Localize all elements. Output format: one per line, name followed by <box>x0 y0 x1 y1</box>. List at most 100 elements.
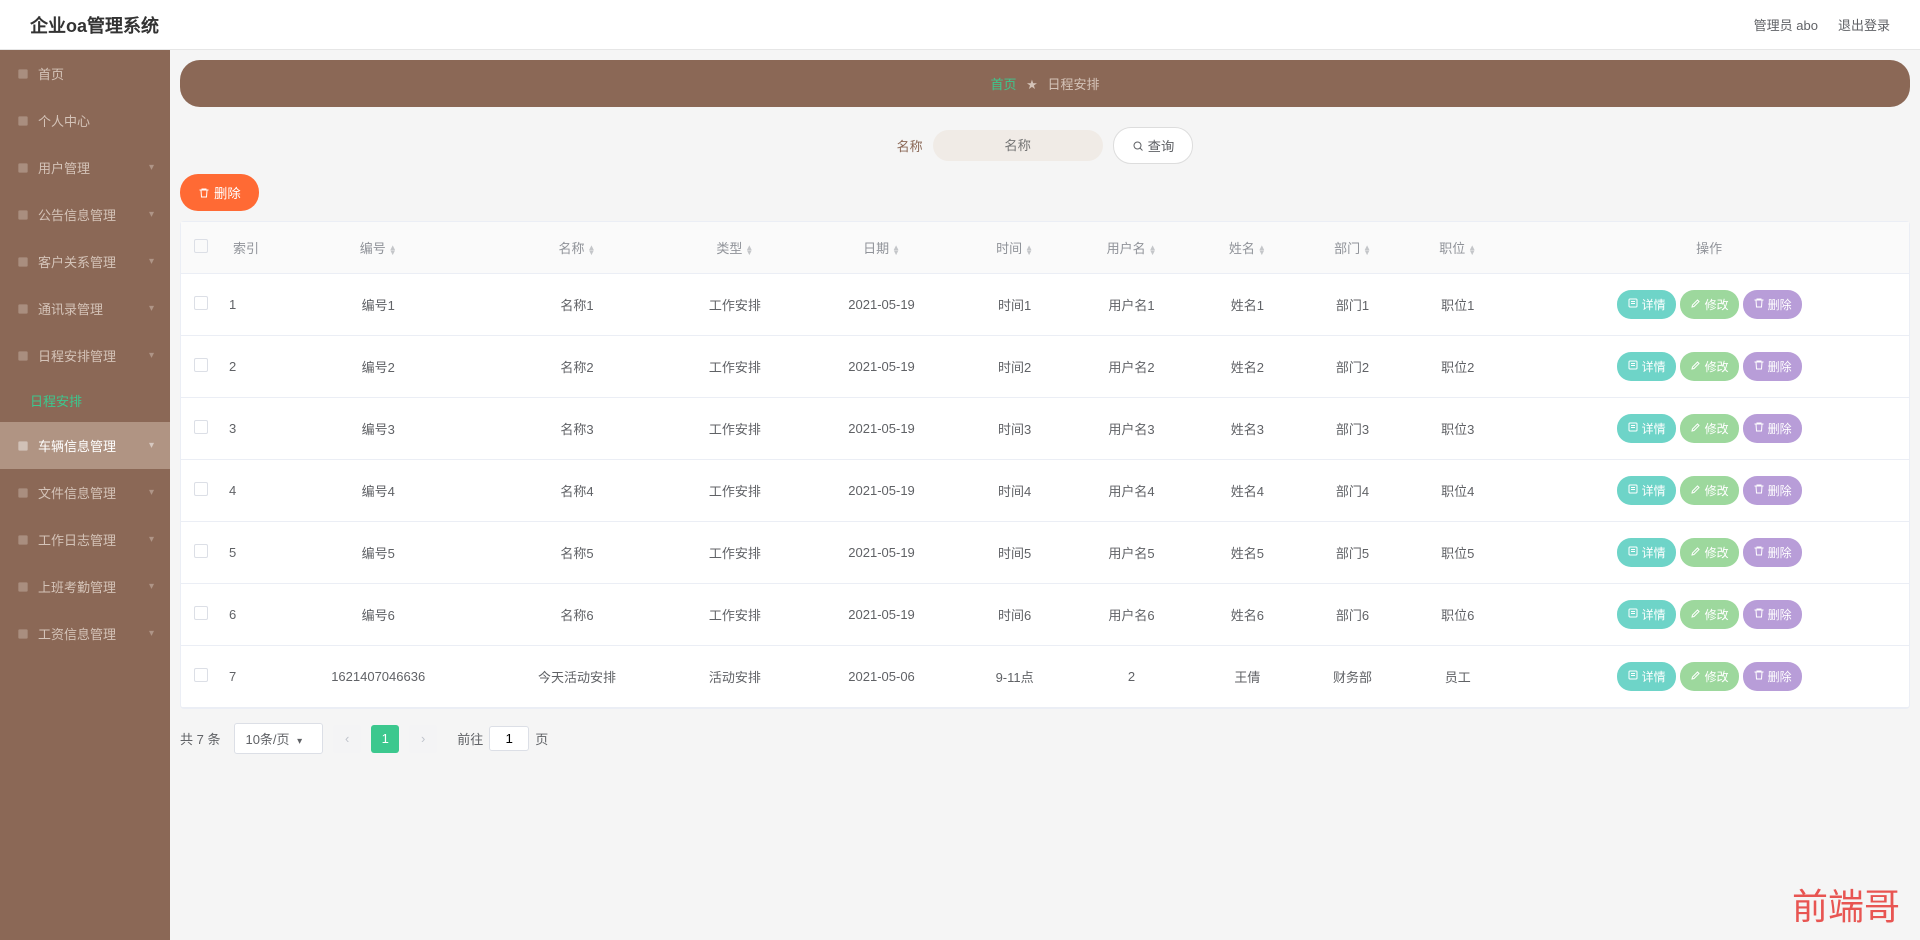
edit-button[interactable]: 修改 <box>1680 600 1739 629</box>
delete-button[interactable]: 删除 <box>1743 600 1802 629</box>
page-size-select[interactable]: 10条/页 ▾ <box>234 723 323 754</box>
edit-button[interactable]: 修改 <box>1680 476 1739 505</box>
edit-button[interactable]: 修改 <box>1680 414 1739 443</box>
detail-icon <box>1627 359 1639 374</box>
logout-link[interactable]: 退出登录 <box>1838 15 1890 34</box>
sidebar-item-8[interactable]: 文件信息管理▾ <box>0 469 170 516</box>
col-header-10[interactable]: 操作 <box>1509 222 1909 274</box>
sidebar-item-11[interactable]: 工资信息管理▾ <box>0 610 170 657</box>
sidebar-item-10[interactable]: 上班考勤管理▾ <box>0 563 170 610</box>
detail-icon <box>1627 545 1639 560</box>
table-row: 71621407046636今天活动安排活动安排2021-05-069-11点2… <box>181 646 1909 708</box>
col-header-8[interactable]: 部门▲▼ <box>1299 222 1406 274</box>
delete-button[interactable]: 删除 <box>1743 476 1802 505</box>
search-input[interactable] <box>933 130 1103 161</box>
sidebar-item-1[interactable]: 个人中心 <box>0 97 170 144</box>
col-header-4[interactable]: 日期▲▼ <box>801 222 962 274</box>
sort-icon: ▲▼ <box>1363 245 1371 255</box>
sidebar-item-0[interactable]: 首页 <box>0 50 170 97</box>
detail-button[interactable]: 详情 <box>1617 352 1676 381</box>
sidebar-subitem-schedule[interactable]: 日程安排 <box>0 379 170 422</box>
breadcrumb-home[interactable]: 首页 <box>991 77 1017 92</box>
col-header-9[interactable]: 职位▲▼ <box>1406 222 1509 274</box>
user-icon <box>16 114 30 128</box>
cell-realname: 姓名4 <box>1196 460 1299 522</box>
book-icon <box>16 302 30 316</box>
detail-button[interactable]: 详情 <box>1617 476 1676 505</box>
detail-button[interactable]: 详情 <box>1617 414 1676 443</box>
page-number-1[interactable]: 1 <box>371 725 399 753</box>
delete-icon <box>1753 669 1765 684</box>
breadcrumb: 首页 ★ 日程安排 <box>180 60 1910 107</box>
col-header-2[interactable]: 名称▲▼ <box>485 222 668 274</box>
page-next-button[interactable]: › <box>409 725 437 753</box>
sidebar: 首页个人中心用户管理▾公告信息管理▾客户关系管理▾通讯录管理▾日程安排管理▾日程… <box>0 50 170 940</box>
detail-button[interactable]: 详情 <box>1617 538 1676 567</box>
delete-icon <box>1753 359 1765 374</box>
delete-button[interactable]: 删除 <box>1743 290 1802 319</box>
table-row: 6编号6名称6工作安排2021-05-19时间6用户名6姓名6部门6职位6详情修… <box>181 584 1909 646</box>
detail-button[interactable]: 详情 <box>1617 662 1676 691</box>
delete-button[interactable]: 删除 <box>1743 352 1802 381</box>
watermark: 前端哥 <box>1792 878 1900 930</box>
detail-button[interactable]: 详情 <box>1617 600 1676 629</box>
col-header-6[interactable]: 用户名▲▼ <box>1067 222 1196 274</box>
row-checkbox[interactable] <box>194 358 208 372</box>
col-header-1[interactable]: 编号▲▼ <box>271 222 485 274</box>
chevron-down-icon: ▾ <box>149 209 154 220</box>
delete-button[interactable]: 删除 <box>1743 538 1802 567</box>
select-all-checkbox[interactable] <box>194 239 208 253</box>
delete-icon <box>1753 545 1765 560</box>
cell-name: 名称1 <box>485 274 668 336</box>
admin-label[interactable]: 管理员 abo <box>1754 15 1818 34</box>
delete-button[interactable]: 删除 <box>1743 414 1802 443</box>
table-row: 3编号3名称3工作安排2021-05-19时间3用户名3姓名3部门3职位3详情修… <box>181 398 1909 460</box>
cell-dept: 部门3 <box>1299 398 1406 460</box>
col-header-0[interactable]: 索引 <box>221 222 271 274</box>
sidebar-item-9[interactable]: 工作日志管理 ▾ <box>0 516 170 563</box>
sidebar-item-label: 工作日志管理 <box>38 530 116 549</box>
edit-button[interactable]: 修改 <box>1680 290 1739 319</box>
page-prev-button[interactable]: ‹ <box>333 725 361 753</box>
delete-icon <box>1753 607 1765 622</box>
row-checkbox[interactable] <box>194 296 208 310</box>
cell-type: 工作安排 <box>669 460 802 522</box>
sidebar-item-5[interactable]: 通讯录管理▾ <box>0 285 170 332</box>
app-title: 企业oa管理系统 <box>30 12 159 38</box>
edit-button[interactable]: 修改 <box>1680 352 1739 381</box>
row-checkbox[interactable] <box>194 420 208 434</box>
sidebar-item-6[interactable]: 日程安排管理▾ <box>0 332 170 379</box>
sidebar-item-label: 车辆信息管理 <box>38 436 116 455</box>
detail-icon <box>1627 669 1639 684</box>
cell-idx: 7 <box>221 646 271 708</box>
edit-button[interactable]: 修改 <box>1680 538 1739 567</box>
pagination: 共 7 条 10条/页 ▾ ‹ 1 › 前往 页 <box>180 709 1910 768</box>
cell-job: 职位2 <box>1406 336 1509 398</box>
sidebar-item-4[interactable]: 客户关系管理▾ <box>0 238 170 285</box>
delete-button[interactable]: 删除 <box>1743 662 1802 691</box>
cell-name: 名称5 <box>485 522 668 584</box>
search-button[interactable]: 查询 <box>1113 127 1194 164</box>
chevron-down-icon: ▾ <box>149 534 154 545</box>
page-jump-input[interactable] <box>489 726 529 751</box>
cell-type: 工作安排 <box>669 274 802 336</box>
row-checkbox[interactable] <box>194 606 208 620</box>
users-icon <box>16 161 30 175</box>
cell-user: 用户名2 <box>1067 336 1196 398</box>
row-checkbox[interactable] <box>194 482 208 496</box>
search-label: 名称 <box>897 136 923 155</box>
row-checkbox[interactable] <box>194 544 208 558</box>
col-header-7[interactable]: 姓名▲▼ <box>1196 222 1299 274</box>
sidebar-item-7[interactable]: 车辆信息管理▾ <box>0 422 170 469</box>
detail-button[interactable]: 详情 <box>1617 290 1676 319</box>
col-header-5[interactable]: 时间▲▼ <box>962 222 1067 274</box>
cell-job: 职位6 <box>1406 584 1509 646</box>
bulk-delete-button[interactable]: 删除 <box>180 174 259 211</box>
cell-time: 时间3 <box>962 398 1067 460</box>
row-checkbox[interactable] <box>194 668 208 682</box>
sidebar-item-2[interactable]: 用户管理▾ <box>0 144 170 191</box>
sidebar-item-3[interactable]: 公告信息管理▾ <box>0 191 170 238</box>
col-header-3[interactable]: 类型▲▼ <box>669 222 802 274</box>
edit-button[interactable]: 修改 <box>1680 662 1739 691</box>
cell-actions: 详情修改删除 <box>1509 336 1909 398</box>
